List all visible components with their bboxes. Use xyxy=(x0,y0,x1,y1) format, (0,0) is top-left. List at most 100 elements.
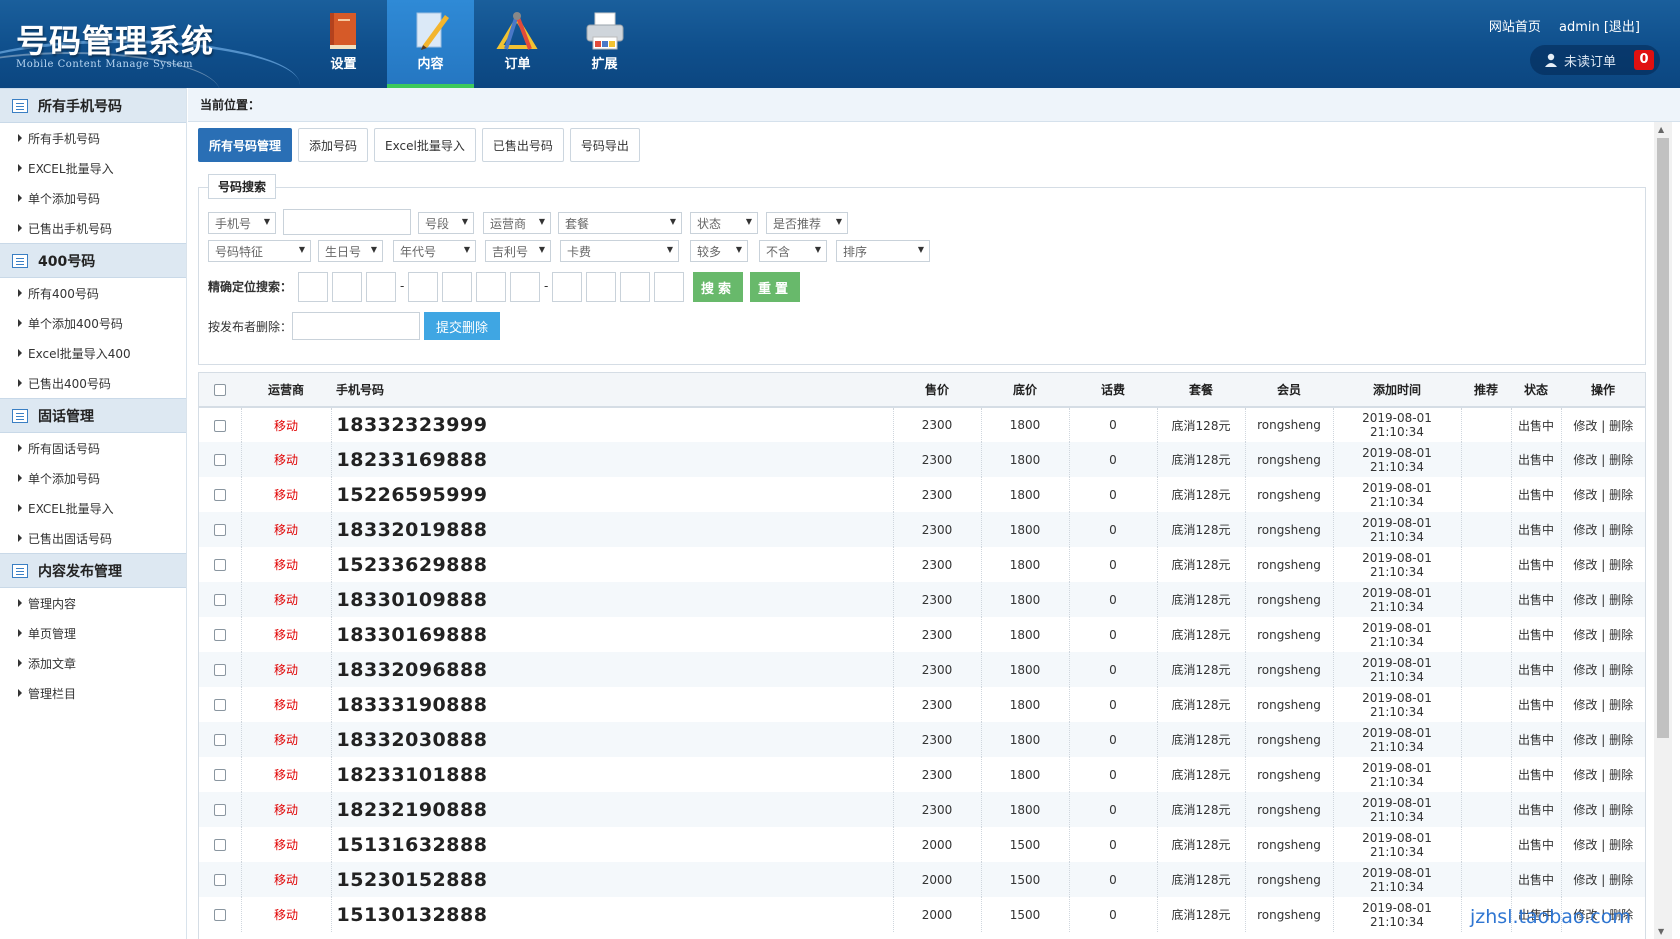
exclude-select[interactable]: 不含 xyxy=(759,240,827,262)
row-checkbox[interactable] xyxy=(213,489,226,501)
nav-content[interactable]: 内容 xyxy=(387,0,474,88)
phone-select[interactable]: 手机号 xyxy=(208,212,276,234)
digit-input[interactable] xyxy=(366,272,396,302)
digit-input[interactable] xyxy=(408,272,438,302)
scroll-down-icon[interactable]: ▼ xyxy=(1658,927,1664,936)
sidebar-section-landline[interactable]: 固话管理 xyxy=(0,398,186,433)
sidebar-item[interactable]: 所有固话号码 xyxy=(0,433,186,463)
feature-select[interactable]: 号码特征 xyxy=(208,240,311,262)
tab-add-number[interactable]: 添加号码 xyxy=(298,128,369,162)
digit-input[interactable] xyxy=(552,272,582,302)
row-checkbox[interactable] xyxy=(213,594,226,606)
cell-action[interactable]: 修改 | 删除 xyxy=(1561,792,1645,827)
row-checkbox[interactable] xyxy=(213,664,226,676)
search-button[interactable]: 搜索 xyxy=(693,272,743,302)
sidebar-item[interactable]: 单页管理 xyxy=(0,618,186,648)
lucky-select[interactable]: 吉利号 xyxy=(485,240,551,262)
home-link[interactable]: 网站首页 xyxy=(1489,20,1541,35)
digit-input[interactable] xyxy=(298,272,328,302)
cell-status: 出售中 xyxy=(1511,512,1562,547)
sidebar-item[interactable]: 添加文章 xyxy=(0,648,186,678)
sidebar-section-mobile[interactable]: 所有手机号码 xyxy=(0,88,186,123)
user-logout-link[interactable]: admin [退出] xyxy=(1559,20,1640,35)
sidebar-item[interactable]: EXCEL批量导入 xyxy=(0,153,186,183)
row-checkbox[interactable] xyxy=(213,909,226,921)
phone-input[interactable] xyxy=(283,209,411,235)
sidebar-item[interactable]: 单个添加400号码 xyxy=(0,308,186,338)
sidebar-item[interactable]: 所有400号码 xyxy=(0,278,186,308)
cell-action[interactable]: 修改 | 删除 xyxy=(1561,477,1645,512)
row-checkbox[interactable] xyxy=(213,419,226,432)
cell-action[interactable]: 修改 | 删除 xyxy=(1561,827,1645,862)
sort-select[interactable]: 排序 xyxy=(836,240,930,262)
sidebar-item[interactable]: 已售出手机号码 xyxy=(0,213,186,243)
row-checkbox[interactable] xyxy=(213,629,226,641)
select-all-checkbox[interactable] xyxy=(214,384,226,396)
cell-action[interactable]: 修改 | 删除 xyxy=(1561,617,1645,652)
scroll-up-icon[interactable]: ▲ xyxy=(1658,125,1664,134)
cell-action[interactable]: 修改 | 删除 xyxy=(1561,722,1645,757)
carrier-select[interactable]: 运营商 xyxy=(483,212,551,234)
segment-select[interactable]: 号段 xyxy=(418,212,474,234)
cell-action[interactable]: 修改 | 删除 xyxy=(1561,757,1645,792)
digit-input[interactable] xyxy=(620,272,650,302)
birthday-select[interactable]: 生日号 xyxy=(318,240,383,262)
digit-input[interactable] xyxy=(654,272,684,302)
sidebar-item[interactable]: 单个添加号码 xyxy=(0,183,186,213)
sidebar-item[interactable]: 管理内容 xyxy=(0,588,186,618)
row-checkbox[interactable] xyxy=(213,874,226,886)
row-checkbox[interactable] xyxy=(213,734,226,746)
digit-input[interactable] xyxy=(586,272,616,302)
row-checkbox[interactable] xyxy=(213,769,226,781)
scroll-thumb[interactable] xyxy=(1657,138,1669,738)
submit-delete-button[interactable]: 提交删除 xyxy=(424,312,500,340)
digit-input[interactable] xyxy=(332,272,362,302)
reset-button[interactable]: 重置 xyxy=(750,272,800,302)
sidebar-item[interactable]: Excel批量导入400 xyxy=(0,338,186,368)
tab-all-numbers[interactable]: 所有号码管理 xyxy=(198,128,293,162)
row-checkbox[interactable] xyxy=(213,804,226,816)
digit-input[interactable] xyxy=(442,272,472,302)
nav-orders[interactable]: 订单 xyxy=(474,0,561,88)
tab-export[interactable]: 号码导出 xyxy=(569,128,640,162)
digit-input[interactable] xyxy=(510,272,540,302)
sidebar-section-content[interactable]: 内容发布管理 xyxy=(0,553,186,588)
vertical-scrollbar[interactable]: ▲ ▼ xyxy=(1654,122,1672,939)
sidebar-section-400[interactable]: 400号码 xyxy=(0,243,186,278)
card-fee-select[interactable]: 卡费 xyxy=(560,240,679,262)
cell-action[interactable]: 修改 | 删除 xyxy=(1561,512,1645,547)
sidebar-item[interactable]: EXCEL批量导入 xyxy=(0,493,186,523)
sidebar-item-label: 所有手机号码 xyxy=(28,131,101,146)
publisher-input[interactable] xyxy=(292,312,420,340)
row-checkbox[interactable] xyxy=(213,524,226,536)
plan-select[interactable]: 套餐 xyxy=(558,212,682,234)
sidebar-item[interactable]: 单个添加号码 xyxy=(0,463,186,493)
more-select[interactable]: 较多 xyxy=(690,240,748,262)
row-checkbox[interactable] xyxy=(213,839,226,851)
cell-action[interactable]: 修改 | 删除 xyxy=(1561,582,1645,617)
cell-action[interactable]: 修改 | 删除 xyxy=(1561,862,1645,897)
tab-excel-import[interactable]: Excel批量导入 xyxy=(374,128,476,162)
digit-input[interactable] xyxy=(476,272,506,302)
cell-action[interactable]: 修改 | 删除 xyxy=(1561,547,1645,582)
status-select[interactable]: 状态 xyxy=(690,212,758,234)
table-row: 移动 18332323999 2300 1800 0 底消128元 rongsheng 201… xyxy=(199,407,1645,442)
cell-action[interactable]: 修改 | 删除 xyxy=(1561,407,1645,442)
cell-action[interactable]: 修改 | 删除 xyxy=(1561,652,1645,687)
row-checkbox[interactable] xyxy=(213,699,226,711)
sidebar-item[interactable]: 已售出400号码 xyxy=(0,368,186,398)
row-checkbox[interactable] xyxy=(213,559,226,571)
sidebar-item[interactable]: 已售出固话号码 xyxy=(0,523,186,553)
nav-extend[interactable]: 扩展 xyxy=(561,0,648,88)
sidebar-item[interactable]: 管理栏目 xyxy=(0,678,186,708)
nav-settings[interactable]: 设置 xyxy=(300,0,387,88)
recommend-select[interactable]: 是否推荐 xyxy=(766,212,848,234)
caret-right-icon xyxy=(18,689,22,697)
row-checkbox[interactable] xyxy=(213,454,226,466)
sidebar-item[interactable]: 所有手机号码 xyxy=(0,123,186,153)
year-select[interactable]: 年代号 xyxy=(393,240,476,262)
unread-orders[interactable]: 未读订单 0 xyxy=(1530,45,1660,75)
tab-sold-numbers[interactable]: 已售出号码 xyxy=(481,128,564,162)
cell-action[interactable]: 修改 | 删除 xyxy=(1561,687,1645,722)
cell-action[interactable]: 修改 | 删除 xyxy=(1561,442,1645,477)
